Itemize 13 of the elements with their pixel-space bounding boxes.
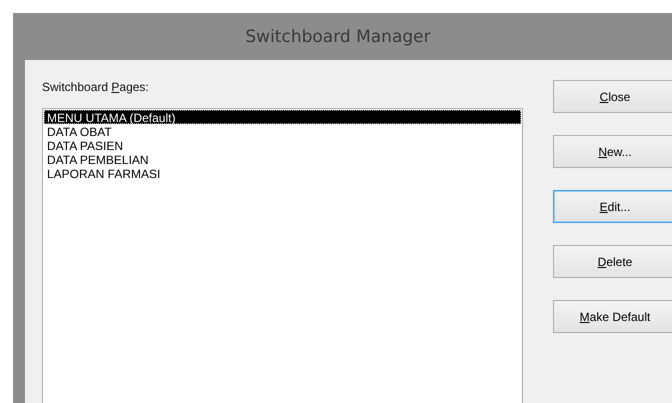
list-item[interactable]: DATA PASIEN [44,138,521,152]
dialog-button[interactable]: Delete [553,245,672,278]
pages-list[interactable]: MENU UTAMA (Default) DATA OBAT DATA PASIEN DATA PEMBELIAN LAPORAN FARMASI [42,108,523,403]
list-item[interactable]: DATA OBAT [44,124,521,138]
field-label: Switchboard Pages: [42,80,150,96]
list-item[interactable]: DATA PEMBELIAN [44,152,521,166]
dialog-button[interactable]: Edit... [553,190,672,223]
dialog-button[interactable]: Make Default [553,300,672,333]
window-title: Switchboard Manager [245,26,431,46]
list-item[interactable]: LAPORAN FARMASI [44,166,521,180]
list-item[interactable]: MENU UTAMA (Default) [44,110,521,124]
dialog-button[interactable]: Close [553,80,672,113]
dialog-button[interactable]: New... [553,135,672,168]
